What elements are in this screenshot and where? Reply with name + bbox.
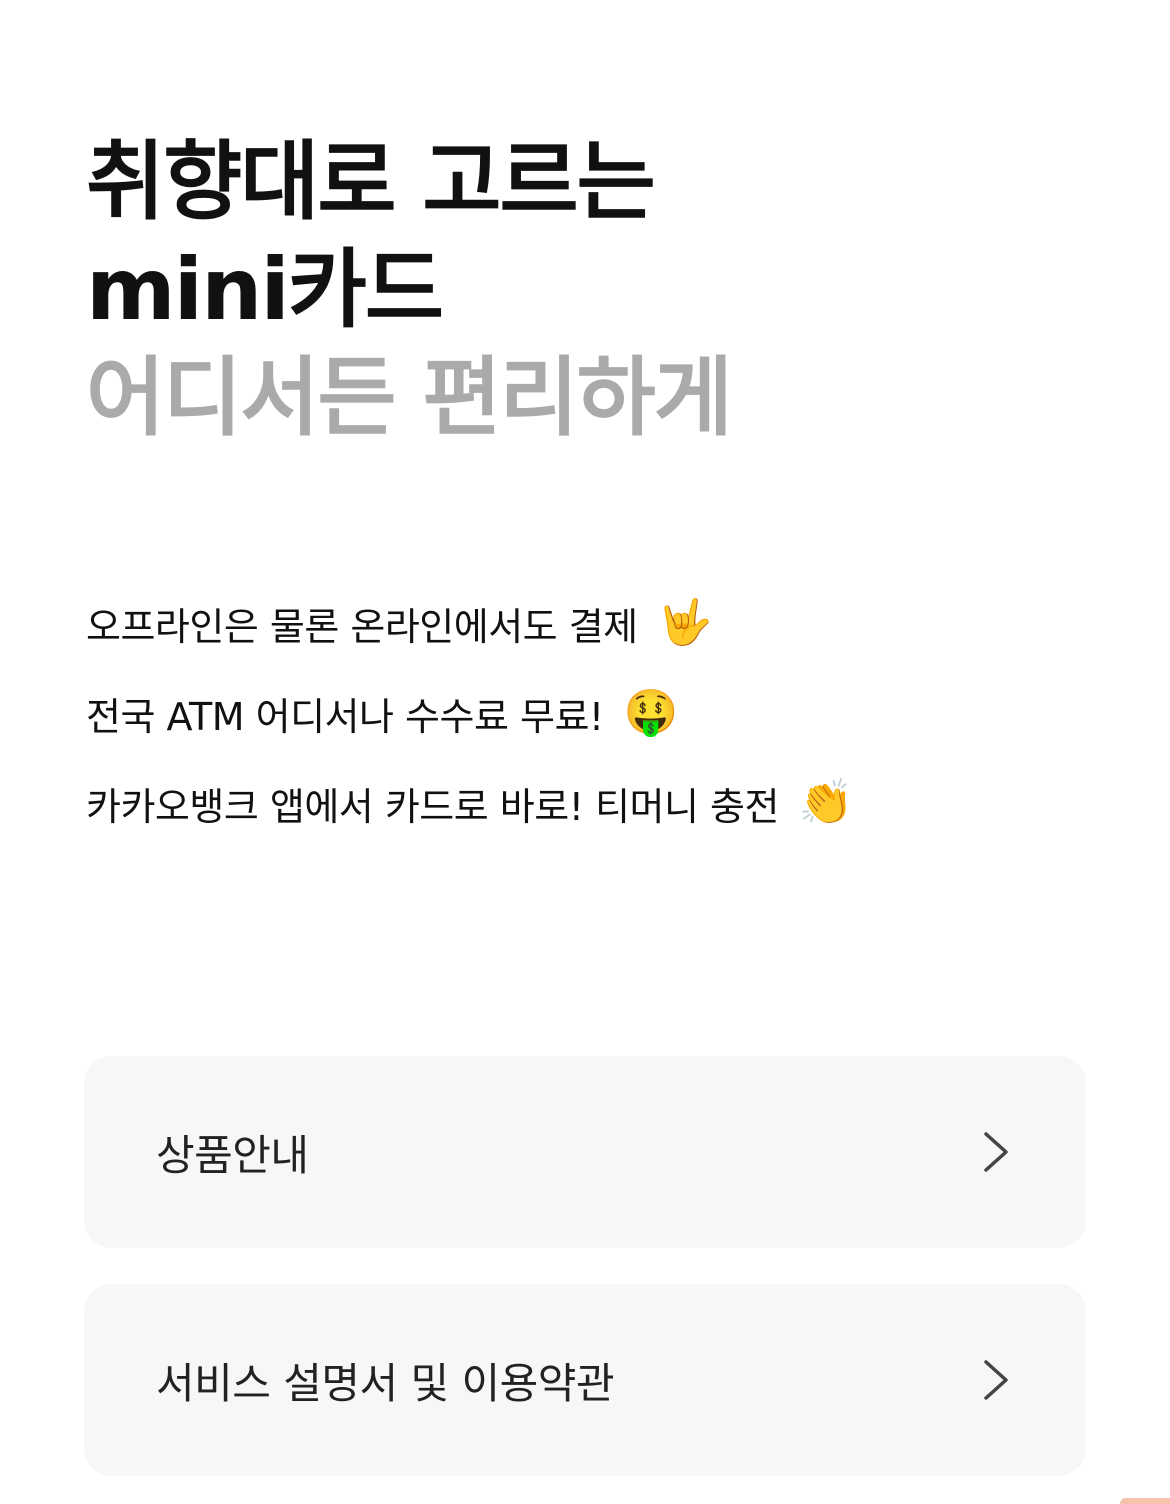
love-you-gesture-icon: 🤟 [657, 597, 713, 648]
feature-text: 전국 ATM 어디서나 수수료 무료! [86, 694, 604, 739]
hero-subtitle: 어디서든 편리하게 [86, 348, 733, 448]
clapping-hands-icon: 👏 [798, 777, 854, 828]
terms-and-service-guide-button[interactable]: 서비스 설명서 및 이용약관 [84, 1284, 1086, 1476]
hero-title-line-2: mini카드 [86, 240, 444, 340]
feature-item-atm: 전국 ATM 어디서나 수수료 무료! 🤑 [86, 668, 853, 758]
product-info-button[interactable]: 상품안내 [84, 1056, 1086, 1248]
product-info-label: 상품안내 [156, 1130, 309, 1180]
hero-title-line-1: 취향대로 고르는 [86, 132, 656, 232]
chevron-right-icon [984, 1360, 1008, 1400]
hero-heading: 취향대로 고르는 mini카드 어디서든 편리하게 [86, 128, 733, 452]
feature-item-tmoney: 카카오뱅크 앱에서 카드로 바로! 티머니 충전 👏 [86, 758, 854, 848]
feature-text: 오프라인은 물론 온라인에서도 결제 [86, 604, 638, 649]
feature-item-payment: 오프라인은 물론 온라인에서도 결제 🤟 [86, 578, 853, 668]
terms-label: 서비스 설명서 및 이용약관 [156, 1358, 615, 1408]
chevron-right-icon [984, 1132, 1008, 1172]
floating-element-edge [1120, 1498, 1170, 1504]
feature-text: 카카오뱅크 앱에서 카드로 바로! 티머니 충전 [86, 784, 779, 829]
feature-list: 오프라인은 물론 온라인에서도 결제 🤟 전국 ATM 어디서나 수수료 무료!… [86, 578, 854, 848]
money-mouth-face-icon: 🤑 [623, 687, 679, 738]
